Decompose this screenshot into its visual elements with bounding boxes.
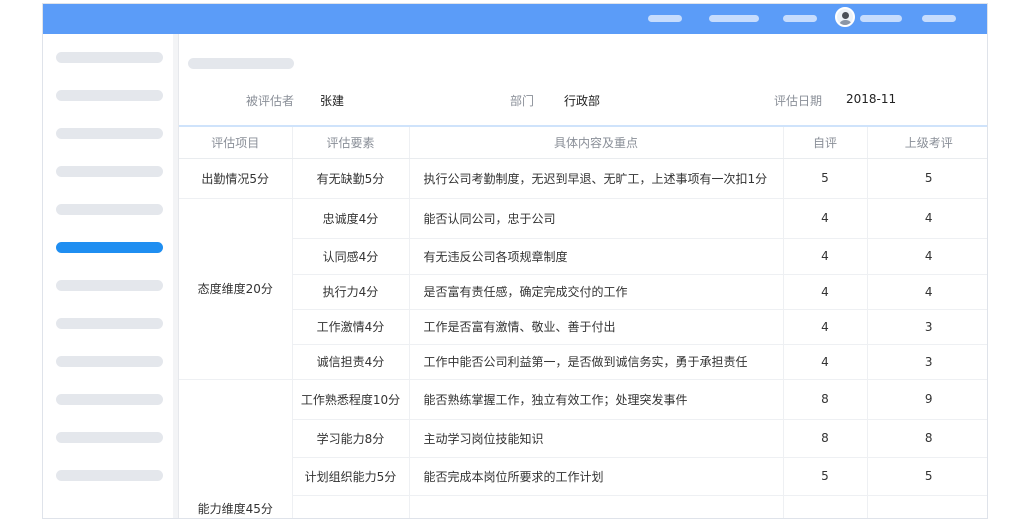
sidebar-item-10[interactable]	[56, 394, 163, 405]
element-cell: 工作激情4分	[292, 309, 410, 345]
date-value: 2018-11	[846, 92, 897, 106]
category-attendance: 出勤情况5分	[179, 158, 293, 199]
manager-score-cell: 3	[867, 309, 987, 345]
header-item: 评估项目	[179, 125, 293, 159]
sidebar	[43, 34, 173, 518]
sidebar-item-1[interactable]	[56, 52, 163, 63]
element-cell: 有无缺勤5分	[292, 158, 410, 199]
manager-score-cell: 5	[867, 158, 987, 199]
sidebar-item-2[interactable]	[56, 90, 163, 101]
content-cell: 主动学习岗位技能知识	[409, 419, 784, 458]
category-ability: 能力维度45分	[179, 379, 293, 518]
self-score-cell: 5	[783, 457, 868, 496]
sidebar-item-7[interactable]	[56, 280, 163, 291]
avatar-body-shape	[839, 20, 852, 25]
user-name-placeholder[interactable]	[860, 15, 902, 22]
table-row: 态度维度20分 忠诚度4分 能否认同公司，忠于公司 4 4	[179, 198, 987, 380]
user-avatar[interactable]	[835, 7, 855, 27]
category-attitude: 态度维度20分	[179, 198, 293, 380]
department-label: 部门	[510, 94, 535, 108]
top-navigation-bar	[43, 4, 987, 34]
department-value: 行政部	[564, 94, 601, 108]
nav-link-1[interactable]	[648, 15, 682, 22]
self-score-cell: 4	[783, 344, 868, 380]
page-title-placeholder	[188, 58, 294, 69]
table-row: 出勤情况5分 有无缺勤5分 执行公司考勤制度，无迟到早退、无旷工，上述事项有一次…	[179, 158, 987, 199]
table-row: 计划组织能力5分 能否完成本岗位所要求的工作计划 5 5	[179, 457, 987, 496]
element-cell: 学习能力8分	[292, 419, 410, 458]
content-cell: 工作是否富有激情、敬业、善于付出	[409, 309, 784, 345]
main-content: 被评估者 张建 部门 行政部 评估日期 2018-11 评估项目 评估要素 具体…	[178, 34, 987, 518]
self-score-cell: 8	[783, 379, 868, 420]
element-cell: 计划组织能力5分	[292, 457, 410, 496]
sidebar-item-9[interactable]	[56, 356, 163, 367]
table-row: 执行力4分 是否富有责任感，确定完成交付的工作 4 4	[179, 274, 987, 310]
content-cell: 能否认同公司，忠于公司	[409, 198, 784, 239]
content-cell: 能否完成本岗位所要求的工作计划	[409, 457, 784, 496]
manager-score-cell: 5	[867, 457, 987, 496]
table-row: 诚信担责4分 工作中能否公司利益第一，是否做到诚信务实，勇于承担责任 4 3	[179, 344, 987, 380]
header-element: 评估要素	[292, 125, 410, 159]
content-cell	[409, 495, 784, 518]
manager-score-cell: 4	[867, 238, 987, 275]
manager-score-cell: 9	[867, 379, 987, 420]
content-cell: 有无违反公司各项规章制度	[409, 238, 784, 275]
sidebar-item-12[interactable]	[56, 470, 163, 481]
sidebar-item-5[interactable]	[56, 204, 163, 215]
self-score-cell: 8	[783, 419, 868, 458]
self-score-cell: 4	[783, 238, 868, 275]
element-cell: 工作熟悉程度10分	[292, 379, 410, 420]
header-self-score: 自评	[783, 125, 868, 159]
element-cell: 忠诚度4分	[292, 198, 410, 239]
table-row	[179, 495, 987, 518]
element-cell: 执行力4分	[292, 274, 410, 310]
table-row: 工作激情4分 工作是否富有激情、敬业、善于付出 4 3	[179, 309, 987, 345]
content-cell: 工作中能否公司利益第一，是否做到诚信务实，勇于承担责任	[409, 344, 784, 380]
table-row: 学习能力8分 主动学习岗位技能知识 8 8	[179, 419, 987, 458]
nav-link-logout[interactable]	[922, 15, 956, 22]
table-row: 认同感4分 有无违反公司各项规章制度 4 4	[179, 238, 987, 275]
app-window: 被评估者 张建 部门 行政部 评估日期 2018-11 评估项目 评估要素 具体…	[42, 3, 988, 519]
manager-score-cell: 4	[867, 198, 987, 239]
element-cell: 认同感4分	[292, 238, 410, 275]
manager-score-cell: 8	[867, 419, 987, 458]
evaluation-info-row: 被评估者 张建 部门 行政部 评估日期 2018-11	[179, 92, 987, 112]
self-score-cell: 4	[783, 274, 868, 310]
sidebar-item-active[interactable]	[56, 242, 163, 253]
evaluation-table: 评估项目 评估要素 具体内容及重点 自评 上级考评 出勤情况5分 有无缺勤5分 …	[179, 125, 987, 518]
sidebar-item-3[interactable]	[56, 128, 163, 139]
content-cell: 执行公司考勤制度，无迟到早退、无旷工，上述事项有一次扣1分	[409, 158, 784, 199]
header-content: 具体内容及重点	[409, 125, 784, 159]
date-label: 评估日期	[774, 94, 823, 108]
table-header-row: 评估项目 评估要素 具体内容及重点 自评 上级考评	[179, 125, 987, 159]
content-cell: 是否富有责任感，确定完成交付的工作	[409, 274, 784, 310]
manager-score-cell: 3	[867, 344, 987, 380]
table-row: 能力维度45分 工作熟悉程度10分 能否熟练掌握工作，独立有效工作；处理突发事件…	[179, 379, 987, 518]
sidebar-item-8[interactable]	[56, 318, 163, 329]
element-cell: 诚信担责4分	[292, 344, 410, 380]
header-manager-score: 上级考评	[867, 125, 987, 159]
self-score-cell: 4	[783, 309, 868, 345]
self-score-cell: 4	[783, 198, 868, 239]
avatar-head-shape	[842, 12, 849, 19]
content-cell: 能否熟练掌握工作，独立有效工作；处理突发事件	[409, 379, 784, 420]
employee-name: 张建	[320, 94, 345, 108]
sidebar-item-11[interactable]	[56, 432, 163, 443]
manager-score-cell: 4	[867, 274, 987, 310]
nav-link-3[interactable]	[783, 15, 817, 22]
self-score-cell	[783, 495, 868, 518]
manager-score-cell	[867, 495, 987, 518]
employee-label: 被评估者	[246, 94, 295, 108]
sidebar-item-4[interactable]	[56, 166, 163, 177]
element-cell	[292, 495, 410, 518]
self-score-cell: 5	[783, 158, 868, 199]
nav-link-2[interactable]	[709, 15, 759, 22]
